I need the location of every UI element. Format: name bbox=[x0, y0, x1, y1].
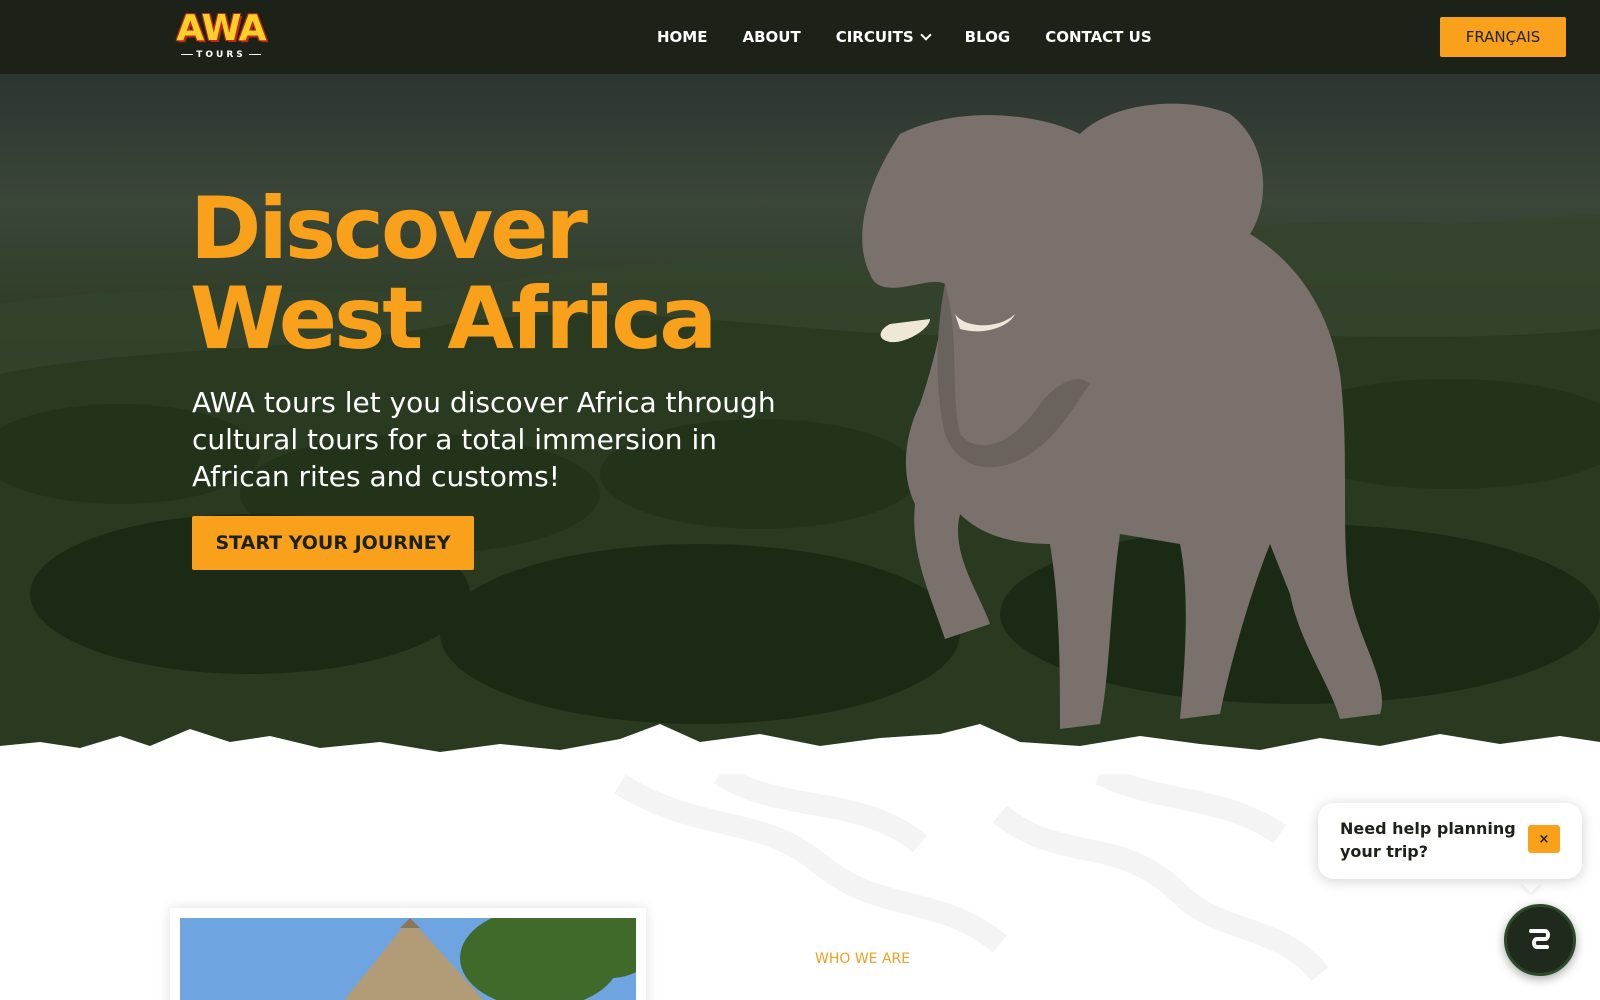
nav-contact-us[interactable]: CONTACT US bbox=[1045, 28, 1151, 46]
start-journey-button[interactable]: START YOUR JOURNEY bbox=[192, 516, 474, 570]
logo-text: AWA bbox=[176, 8, 266, 49]
nav-circuits[interactable]: CIRCUITS bbox=[836, 28, 932, 46]
nav-about[interactable]: ABOUT bbox=[742, 28, 800, 46]
chat-launcher-button[interactable] bbox=[1504, 904, 1576, 976]
hero-title-line1: Discover bbox=[190, 179, 588, 279]
main-menu: HOME ABOUT CIRCUITS BLOG CONTACT US bbox=[657, 0, 1152, 74]
nav-home[interactable]: HOME bbox=[657, 28, 707, 46]
chat-help-bubble[interactable]: Need help planning your trip? × bbox=[1318, 803, 1582, 879]
hero-section: Discover West Africa AWA tours let you d… bbox=[0, 74, 1600, 774]
thatched-hut-photo bbox=[180, 918, 636, 1000]
language-switch-button[interactable]: FRANÇAIS bbox=[1440, 17, 1566, 57]
chat-close-button[interactable]: × bbox=[1528, 825, 1560, 853]
hut-photo-card bbox=[170, 908, 646, 1000]
nav-blog[interactable]: BLOG bbox=[965, 28, 1011, 46]
who-we-are-eyebrow: WHO WE ARE bbox=[815, 951, 911, 967]
hero-title-line2: West Africa bbox=[190, 269, 717, 369]
awa-tours-logo[interactable]: AWA TOURS bbox=[170, 8, 272, 64]
top-navbar: AWA TOURS HOME ABOUT CIRCUITS BLOG CONTA… bbox=[0, 0, 1600, 74]
chevron-down-icon bbox=[919, 29, 932, 41]
logo-subtext: TOURS bbox=[170, 50, 272, 60]
chat-prompt-text: Need help planning your trip? bbox=[1340, 819, 1516, 861]
hero-title: Discover West Africa bbox=[190, 184, 750, 364]
hero-subtitle: AWA tours let you discover Africa throug… bbox=[192, 386, 776, 493]
chat-launcher-icon bbox=[1529, 929, 1550, 949]
